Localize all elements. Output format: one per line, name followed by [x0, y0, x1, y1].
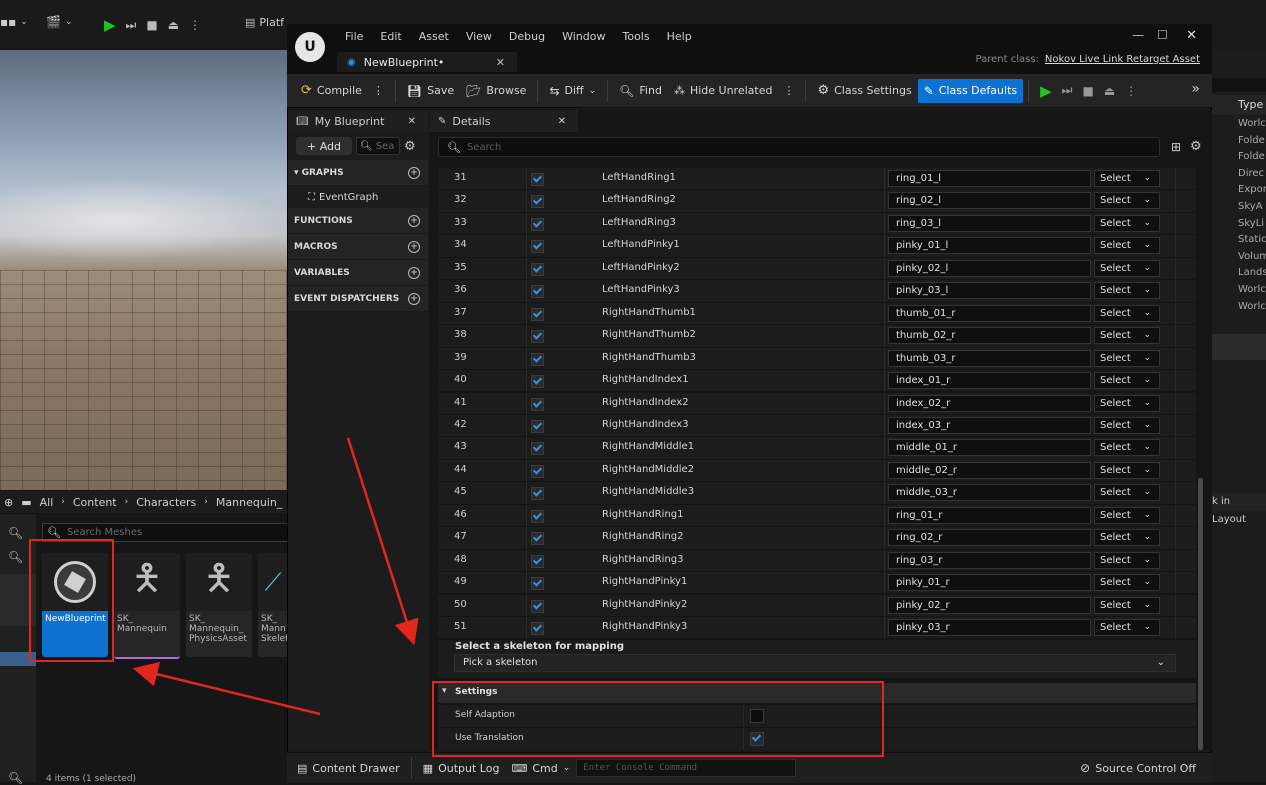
annotation-arrows [132, 437, 419, 716]
arrow-to-settings [346, 437, 419, 646]
arrow-to-asset [132, 662, 321, 716]
